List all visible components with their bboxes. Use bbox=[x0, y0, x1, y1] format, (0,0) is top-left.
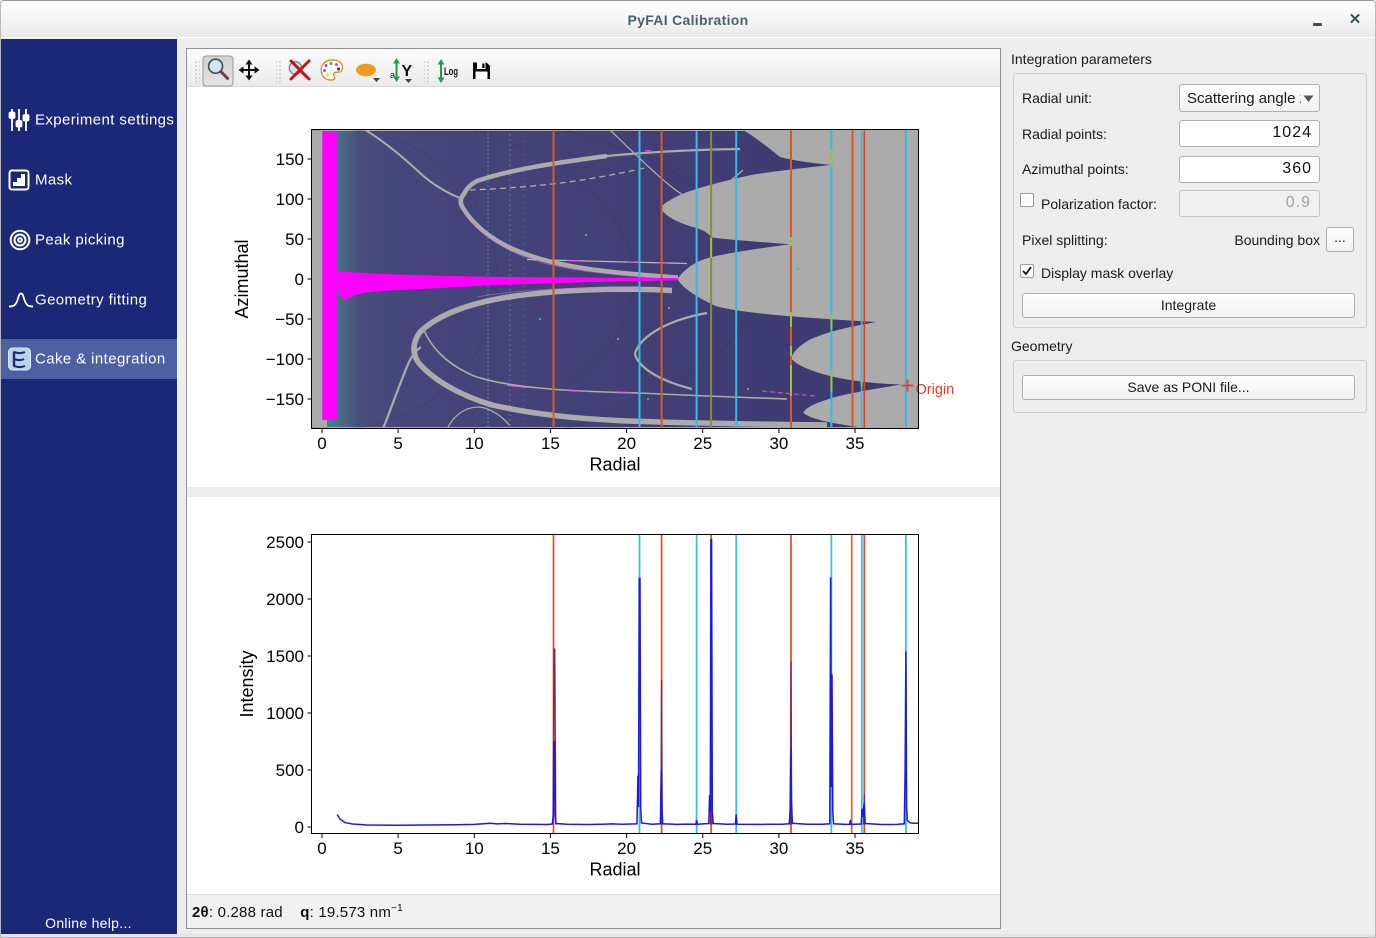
svg-text:Azimuthal: Azimuthal bbox=[232, 239, 252, 318]
svg-text:Radial: Radial bbox=[589, 455, 640, 475]
svg-text:100: 100 bbox=[276, 190, 304, 209]
svg-text:5: 5 bbox=[393, 434, 402, 453]
svg-text:Intensity: Intensity bbox=[237, 650, 257, 717]
svg-text:5: 5 bbox=[393, 839, 402, 858]
svg-text:Log: Log bbox=[444, 66, 458, 78]
svg-text:a: a bbox=[390, 70, 395, 80]
svg-text:0: 0 bbox=[317, 434, 326, 453]
svg-text:2500: 2500 bbox=[266, 533, 304, 552]
svg-text:15: 15 bbox=[541, 839, 560, 858]
svg-text:30: 30 bbox=[769, 839, 788, 858]
svg-text:20: 20 bbox=[617, 839, 636, 858]
svg-text:500: 500 bbox=[276, 761, 304, 780]
svg-text:10: 10 bbox=[465, 434, 484, 453]
svg-text:−150: −150 bbox=[266, 390, 304, 409]
svg-text:150: 150 bbox=[276, 150, 304, 169]
svg-text:Radial: Radial bbox=[589, 860, 640, 880]
svg-text:1500: 1500 bbox=[266, 647, 304, 666]
svg-text:15: 15 bbox=[541, 434, 560, 453]
svg-text:Y: Y bbox=[402, 63, 413, 80]
svg-text:50: 50 bbox=[285, 230, 304, 249]
svg-text:25: 25 bbox=[693, 434, 712, 453]
svg-text:0: 0 bbox=[295, 818, 304, 837]
svg-text:35: 35 bbox=[846, 434, 865, 453]
svg-text:−50: −50 bbox=[275, 310, 304, 329]
svg-text:25: 25 bbox=[693, 839, 712, 858]
svg-text:35: 35 bbox=[846, 839, 865, 858]
svg-text:1000: 1000 bbox=[266, 704, 304, 723]
svg-text:0: 0 bbox=[317, 839, 326, 858]
svg-text:−100: −100 bbox=[266, 350, 304, 369]
svg-text:10: 10 bbox=[465, 839, 484, 858]
svg-text:2000: 2000 bbox=[266, 590, 304, 609]
svg-text:0: 0 bbox=[295, 270, 304, 289]
svg-text:30: 30 bbox=[769, 434, 788, 453]
svg-text:20: 20 bbox=[617, 434, 636, 453]
svg-text:Origin: Origin bbox=[916, 382, 955, 398]
